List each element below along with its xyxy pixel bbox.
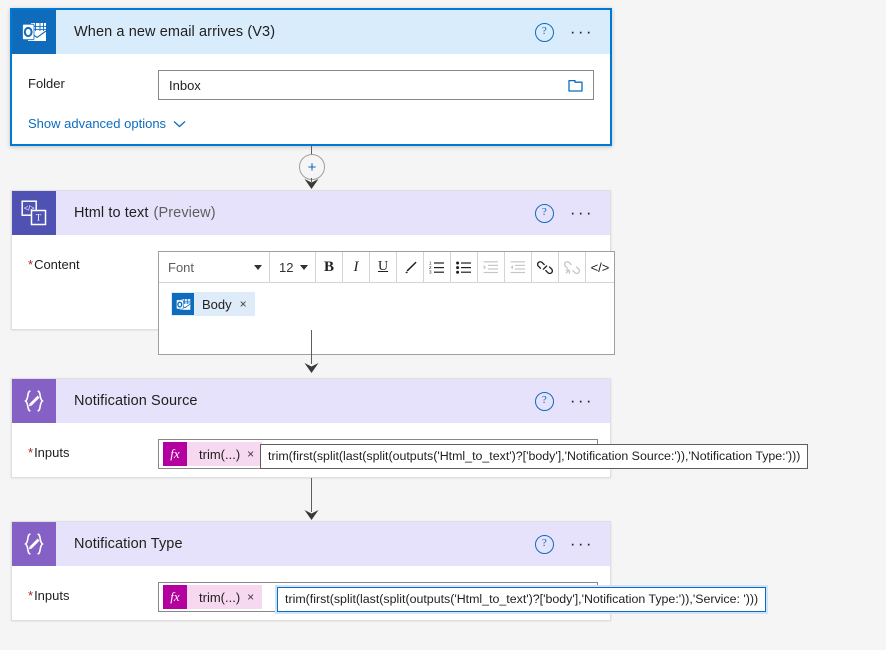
more-commands-icon[interactable]: ··· <box>570 23 594 40</box>
text-highlight-pen-icon[interactable] <box>397 252 423 282</box>
field-inputs: *Inputs fx trim(...) × trim(first(split(… <box>28 423 809 469</box>
expression-token[interactable]: fx trim(...) × <box>163 585 263 609</box>
folder-input[interactable]: Inbox <box>158 70 594 100</box>
bold-button[interactable]: B <box>316 252 342 282</box>
field-label: *Inputs <box>28 439 158 460</box>
card-title: Notification Type <box>56 522 535 566</box>
field-label-text: Inputs <box>34 445 70 460</box>
outlook-icon <box>12 10 56 54</box>
card-title-preview-tag: (Preview) <box>153 205 216 221</box>
chevron-down-icon <box>173 120 186 128</box>
font-family-value: Font <box>168 259 195 275</box>
chevron-down-icon <box>300 264 308 270</box>
required-marker: * <box>28 445 34 460</box>
underline-button[interactable]: U <box>370 252 396 282</box>
token-label: Body <box>202 296 232 312</box>
arrow-down-icon <box>304 179 319 189</box>
card-notification-type[interactable]: Notification Type ? ··· *Inputs fx trim(… <box>11 521 767 621</box>
unlink-button[interactable] <box>559 252 585 282</box>
field-label-text: Inputs <box>34 588 70 603</box>
card-body: Folder Inbox Show advanced options <box>12 54 610 147</box>
required-marker: * <box>28 257 34 272</box>
card-body: *Inputs fx trim(...) × trim(first(split(… <box>12 423 809 469</box>
field-folder: Folder Inbox <box>28 54 594 100</box>
bulleted-list-button[interactable] <box>451 252 477 282</box>
card-title: When a new email arrives (V3) <box>56 10 535 54</box>
show-advanced-options-label: Show advanced options <box>28 116 167 131</box>
card-header-actions: ? ··· <box>534 191 610 235</box>
font-family-dropdown[interactable]: Font <box>159 252 269 282</box>
more-commands-icon[interactable]: ··· <box>570 535 594 552</box>
compose-icon <box>12 522 56 566</box>
card-title: Html to text (Preview) <box>56 191 535 235</box>
field-label: Folder <box>28 76 65 91</box>
card-header[interactable]: </> T Html to text (Preview) ? ··· <box>12 191 610 235</box>
card-title: Notification Source <box>56 379 535 423</box>
expression-tooltip: trim(first(split(last(split(outputs('Htm… <box>277 587 767 612</box>
card-body: *Inputs fx trim(...) × trim(first(split(… <box>12 566 767 612</box>
card-header-actions: ? ··· <box>534 10 610 54</box>
field-label: *Inputs <box>28 582 158 603</box>
connector-1: + <box>0 146 886 190</box>
card-html-to-text[interactable]: </> T Html to text (Preview) ? ··· *Cont… <box>11 190 615 355</box>
html-to-text-icon: </> T <box>12 191 56 235</box>
chevron-down-icon <box>254 264 262 270</box>
card-header[interactable]: When a new email arrives (V3) ? ··· <box>12 10 610 54</box>
remove-token-icon[interactable]: × <box>240 297 247 311</box>
fx-icon: fx <box>163 442 187 466</box>
help-icon[interactable]: ? <box>534 203 554 223</box>
field-label: *Content <box>28 251 158 272</box>
card-when-a-new-email-arrives[interactable]: When a new email arrives (V3) ? ··· Fold… <box>10 8 612 146</box>
remove-token-icon[interactable]: × <box>247 590 262 604</box>
card-title-text: Html to text <box>74 205 149 221</box>
card-header[interactable]: Notification Type ? ··· <box>12 522 610 566</box>
italic-button[interactable]: I <box>343 252 369 282</box>
show-advanced-options-link[interactable]: Show advanced options <box>28 100 186 147</box>
help-icon[interactable]: ? <box>534 22 554 42</box>
card-title-text: Notification Source <box>74 393 198 409</box>
card-header-actions: ? ··· <box>534 379 610 423</box>
font-size-dropdown[interactable]: 12 <box>270 252 315 282</box>
folder-input-value: Inbox <box>169 77 201 93</box>
card-header-actions: ? ··· <box>534 522 610 566</box>
card-notification-source[interactable]: Notification Source ? ··· *Inputs fx tri… <box>11 378 809 478</box>
expression-tooltip: trim(first(split(last(split(outputs('Htm… <box>260 444 809 469</box>
field-inputs: *Inputs fx trim(...) × trim(first(split(… <box>28 566 767 612</box>
more-commands-icon[interactable]: ··· <box>570 204 594 221</box>
help-icon[interactable]: ? <box>534 391 554 411</box>
connector-2 <box>0 330 886 378</box>
outdent-button[interactable] <box>505 252 531 282</box>
card-header[interactable]: Notification Source ? ··· <box>12 379 610 423</box>
arrow-down-icon <box>304 510 319 520</box>
connector-line <box>311 330 312 364</box>
outlook-icon <box>172 293 194 315</box>
connector-3 <box>0 478 886 522</box>
expression-token[interactable]: fx trim(...) × <box>163 442 263 466</box>
help-icon[interactable]: ? <box>534 534 554 554</box>
svg-text:T: T <box>36 213 42 223</box>
link-button[interactable] <box>532 252 558 282</box>
more-commands-icon[interactable]: ··· <box>570 392 594 409</box>
inputs-expression-wrapper: fx trim(...) × trim(first(split(last(spl… <box>158 582 767 612</box>
arrow-down-icon <box>304 363 319 373</box>
expression-token-label: trim(...) <box>199 446 241 462</box>
rte-toolbar: Font 12 B I U 1 2 3 </> <box>159 252 614 283</box>
svg-text:3: 3 <box>429 270 432 274</box>
folder-picker-icon[interactable] <box>568 79 583 92</box>
fx-icon: fx <box>163 585 187 609</box>
inputs-expression-wrapper: fx trim(...) × trim(first(split(last(spl… <box>158 439 809 469</box>
code-view-button[interactable]: </> <box>586 252 614 282</box>
font-size-value: 12 <box>279 259 294 275</box>
indent-button[interactable] <box>478 252 504 282</box>
expression-token-label: trim(...) <box>199 589 241 605</box>
card-title-text: Notification Type <box>74 536 183 552</box>
field-label-text: Content <box>34 257 80 272</box>
card-title-text: When a new email arrives (V3) <box>74 24 276 40</box>
dynamic-content-token-body[interactable]: Body × <box>171 292 255 316</box>
numbered-list-button[interactable]: 123 <box>424 252 450 282</box>
required-marker: * <box>28 588 34 603</box>
compose-icon <box>12 379 56 423</box>
